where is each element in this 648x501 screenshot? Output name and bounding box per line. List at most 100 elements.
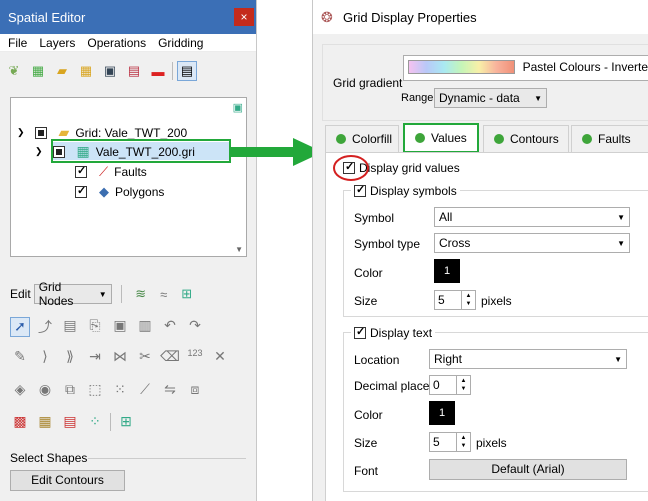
draw-pencil-icon[interactable]: ✎ [10,348,30,365]
root-checkbox[interactable] [34,126,47,139]
decimal-places-stepper[interactable]: 0 ▲ ▼ [429,375,471,395]
decimal-places-value: 0 [433,378,440,392]
display-symbols-header[interactable]: Display symbols [351,183,460,198]
tab-values[interactable]: Values [403,123,479,153]
polygons-checkbox[interactable] [75,184,87,198]
delete-icon[interactable]: ▥ [135,317,155,337]
text-color-swatch[interactable]: 1 [429,401,455,425]
undo-icon[interactable]: ↶ [160,317,180,337]
copy-icon[interactable]: ⎘ [85,317,105,337]
open-grid-icon[interactable]: ▦ [76,61,96,81]
display-symbols-checkbox[interactable] [354,183,366,197]
remove-icon[interactable]: ▬ [148,61,168,81]
open-folder-icon[interactable]: ▰ [52,61,72,81]
group-icon[interactable]: ⧉ [60,381,80,398]
redo-icon[interactable]: ↷ [185,317,205,337]
layers-icon[interactable]: ❦ [4,61,24,81]
tree-item-faults[interactable]: ⟋ Faults [75,164,147,180]
location-dropdown[interactable]: Right ▼ [429,349,627,369]
edit-contours-button[interactable]: Edit Contours [10,470,125,491]
grid-add-icon[interactable]: ⊞ [116,413,136,431]
flip-icon[interactable]: ⇋ [160,381,180,398]
edit-properties-icon[interactable]: ▤ [60,317,80,337]
select-arrow-icon[interactable]: ➚ [10,317,30,337]
symbol-type-dropdown[interactable]: Cross ▼ [434,233,630,253]
expand-chevron-icon[interactable]: ❯ [17,127,25,138]
location-value: Right [434,352,463,366]
spin-arrows-icon[interactable]: ▲ ▼ [456,433,470,451]
grid-operation-icon[interactable]: ≈ [154,284,174,304]
text-color-label: Color [354,408,383,422]
section-divider [88,458,246,459]
font-button[interactable]: Default (Arial) [429,459,627,480]
paste-icon[interactable]: ▣ [110,317,130,337]
measure-icon[interactable]: ⟋ [135,381,155,398]
symbol-size-unit: pixels [481,294,512,308]
spin-arrows-icon[interactable]: ▲ ▼ [461,291,475,309]
menu-operations[interactable]: Operations [81,34,152,51]
range-dropdown[interactable]: Dynamic - data ▼ [434,88,547,108]
erase-icon[interactable]: ⌫ [160,348,180,365]
edit-tools-row-3: ◈ ◉ ⧉ ⬚ ⁙ ⟋ ⇋ ⧈ [10,381,205,398]
menu-file[interactable]: File [2,34,33,51]
tree-item-polygons[interactable]: ◆ Polygons [75,184,164,200]
tree-toolbar-icon[interactable]: ▣ [233,101,243,114]
insert-node-icon[interactable]: ⟩ [35,348,55,365]
edit-mode-dropdown[interactable]: Grid Nodes ▼ [33,280,112,308]
stack-icon[interactable]: ⧈ [185,381,205,398]
join-lines-icon[interactable]: ⋈ [110,348,130,365]
node-edit-icon[interactable]: ⤴ [35,317,55,337]
label-icon[interactable]: 123 [185,348,205,365]
menu-gridding[interactable]: Gridding [152,34,209,51]
properties-icon[interactable]: ▤ [177,61,197,81]
display-text-checkbox[interactable] [354,325,366,339]
text-size-value: 5 [433,435,440,449]
symbol-size-stepper[interactable]: 5 ▲ ▼ [434,290,476,310]
grid-nodes-icon[interactable]: ⊞ [177,284,197,304]
font-label: Font [354,464,379,478]
menu-layers[interactable]: Layers [33,34,81,51]
symbol-color-swatch[interactable]: 1 [434,259,460,283]
arrow-shaft [231,147,295,157]
edit-row: Edit Grid Nodes ▼ ≋ ≈ ⊞ [10,280,197,308]
move-node-icon[interactable]: ⟫ [60,348,80,365]
window-title: Grid Display Properties [343,10,477,25]
display-symbols-label: Display symbols [370,184,457,198]
save-icon[interactable]: ▣ [100,61,120,81]
grid-icon[interactable]: ▦ [28,61,48,81]
symbol-size-value: 5 [438,293,445,307]
tab-contours[interactable]: Contours [483,125,569,152]
tab-faults[interactable]: Faults [571,125,648,152]
bounding-box-icon[interactable]: ⬚ [85,381,105,398]
close-button[interactable]: × [234,8,254,26]
symbol-type-value: Cross [439,236,471,250]
annotation-circle [333,155,369,181]
annotation-ellipse [333,155,369,181]
faults-checkbox[interactable] [75,164,87,178]
view-icon[interactable]: ◉ [35,381,55,398]
grid-hatch-icon[interactable]: ▩ [10,413,30,431]
shape-icon[interactable]: ◈ [10,381,30,398]
grid-points-icon[interactable]: ⁘ [85,413,105,431]
scroll-down-icon[interactable]: ▼ [235,245,243,254]
grid-number-icon[interactable]: ▤ [60,413,80,431]
layer-tree: ▣ ❯ ▰ Grid: Vale_TWT_200 ❯ ▦ Vale_TWT_20… [10,97,247,257]
window-title: Spatial Editor [8,10,86,25]
tree-root-label: Grid: Vale_TWT_200 [75,125,188,140]
delete-node-icon[interactable]: ✕ [210,348,230,365]
spin-arrows-icon[interactable]: ▲ ▼ [456,376,470,394]
gradient-selector[interactable]: Pastel Colours - Inverte [403,55,648,81]
node-select-icon[interactable]: ⁙ [110,381,130,398]
expand-chevron-icon[interactable]: ❯ [35,146,43,157]
chevron-down-icon: ▼ [617,212,625,222]
display-text-header[interactable]: Display text [351,325,436,340]
smooth-grid-icon[interactable]: ≋ [131,284,151,304]
save-as-icon[interactable]: ▤ [124,61,144,81]
symbol-dropdown[interactable]: All ▼ [434,207,630,227]
grid-values-icon[interactable]: ▦ [35,413,55,431]
cut-icon[interactable]: ✂ [135,348,155,365]
split-line-icon[interactable]: ⇥ [85,348,105,365]
text-size-stepper[interactable]: 5 ▲ ▼ [429,432,471,452]
tab-colorfill[interactable]: Colorfill [325,125,399,152]
spatial-editor-window: Spatial Editor × File Layers Operations … [0,0,257,501]
